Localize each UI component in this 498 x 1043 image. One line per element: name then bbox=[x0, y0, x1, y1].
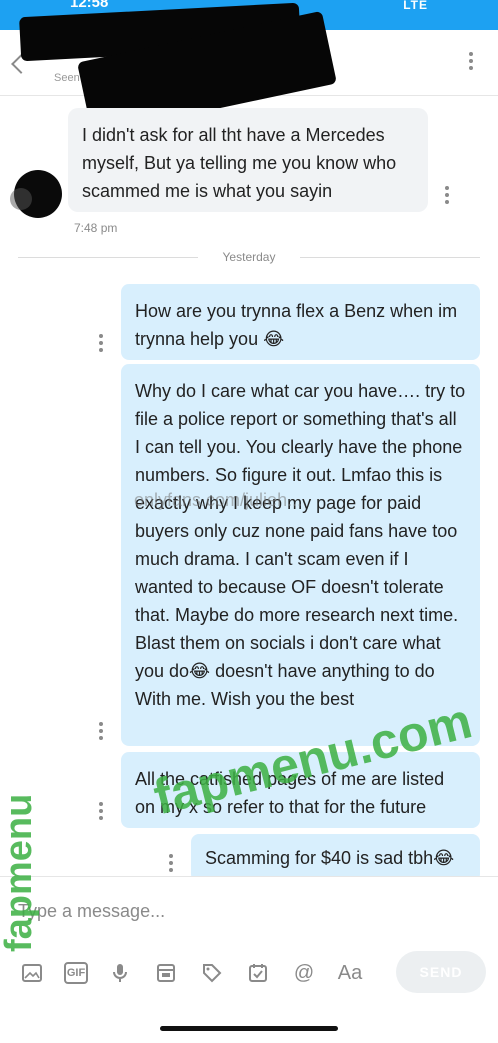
text-format-icon[interactable]: Aa bbox=[336, 959, 364, 987]
faint-watermark: onlyfans.com/julieh... bbox=[134, 490, 303, 510]
composer-toolbar: GIF @ Aa bbox=[18, 959, 382, 987]
avatar[interactable] bbox=[10, 170, 62, 218]
more-vert-icon[interactable] bbox=[468, 52, 474, 70]
day-separator: Yesterday bbox=[18, 250, 480, 264]
gif-icon[interactable]: GIF bbox=[64, 962, 88, 984]
poll-icon[interactable] bbox=[244, 959, 272, 987]
message-options-icon[interactable] bbox=[98, 334, 104, 352]
seen-label: Seen bbox=[54, 72, 80, 84]
outgoing-message: Scamming for $40 is sad tbh😂 bbox=[191, 834, 480, 882]
message-options-icon[interactable] bbox=[168, 854, 174, 872]
vault-icon[interactable] bbox=[152, 959, 180, 987]
mention-label: @ bbox=[293, 961, 315, 984]
outgoing-message: Why do I care what car you have…. try to… bbox=[121, 364, 480, 746]
message-text: Why do I care what car you have…. try to… bbox=[135, 381, 466, 709]
message-text: Scamming for $40 is sad tbh😂 bbox=[205, 848, 455, 868]
status-time: 12:58 bbox=[70, 0, 109, 11]
microphone-icon[interactable] bbox=[106, 959, 134, 987]
outgoing-message: How are you trynna flex a Benz when im t… bbox=[121, 284, 480, 360]
home-indicator[interactable] bbox=[160, 1026, 338, 1031]
message-text: How are you trynna flex a Benz when im t… bbox=[135, 301, 458, 349]
mention-icon[interactable]: @ bbox=[290, 959, 318, 987]
message-options-icon[interactable] bbox=[98, 722, 104, 740]
divider bbox=[300, 257, 480, 258]
send-button[interactable]: SEND bbox=[396, 951, 486, 993]
incoming-message: I didn't ask for all tht have a Mercedes… bbox=[68, 108, 428, 212]
message-input[interactable]: Type a message... bbox=[18, 901, 165, 922]
message-options-icon[interactable] bbox=[98, 802, 104, 820]
message-text: All the catfished pages of me are listed… bbox=[135, 769, 445, 817]
gif-label: GIF bbox=[66, 967, 86, 979]
price-tag-icon[interactable] bbox=[198, 959, 226, 987]
message-text: I didn't ask for all tht have a Mercedes… bbox=[82, 125, 397, 201]
message-options-icon[interactable] bbox=[444, 186, 450, 204]
message-composer: Type a message... GIF @ Aa SEND bbox=[0, 876, 498, 1043]
image-icon[interactable] bbox=[18, 959, 46, 987]
signal-indicator: LTE bbox=[403, 0, 428, 12]
outgoing-message: All the catfished pages of me are listed… bbox=[121, 752, 480, 828]
message-time: 7:48 pm bbox=[74, 221, 118, 235]
text-format-label: Aa bbox=[337, 961, 363, 984]
